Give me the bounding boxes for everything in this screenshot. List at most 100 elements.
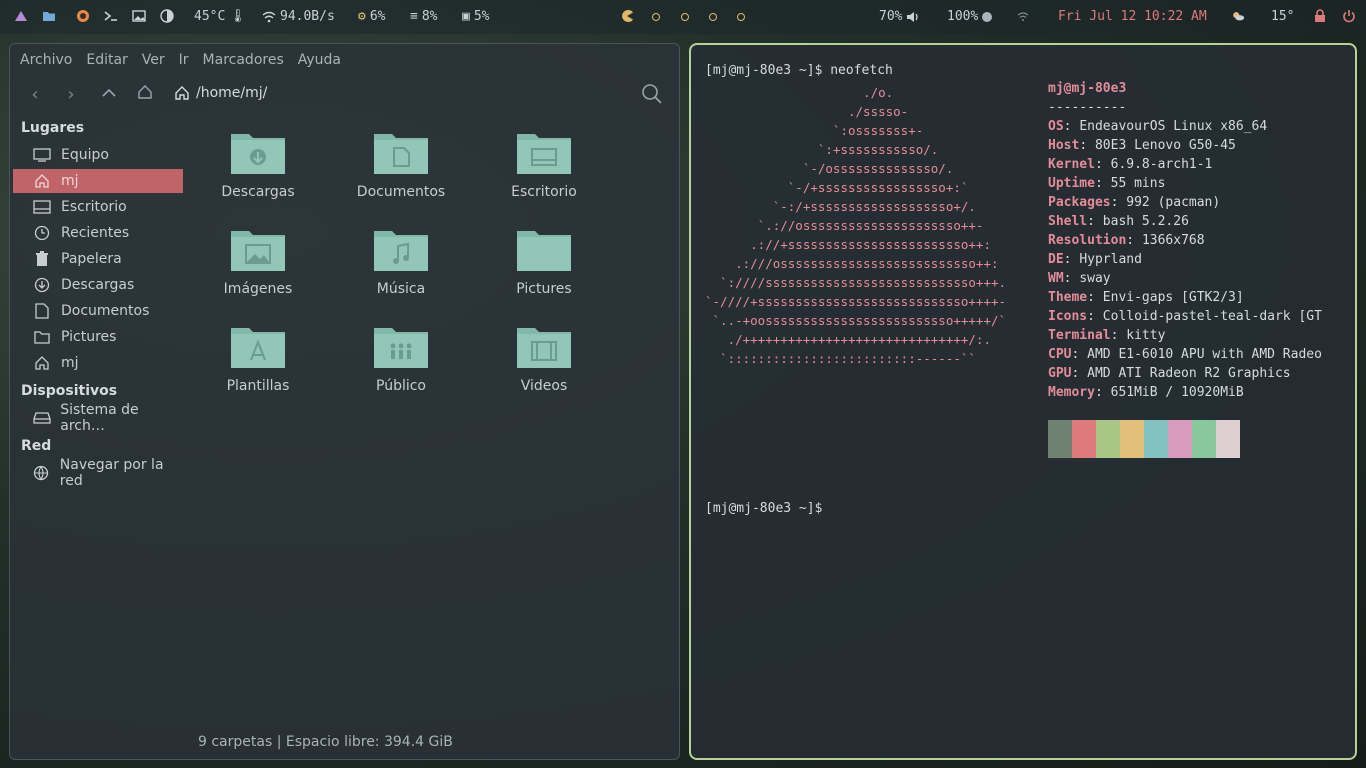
up-arrow-icon[interactable] [98, 84, 120, 106]
info-value: 80E3 Lenovo G50-45 [1094, 138, 1236, 153]
info-key: Icons [1048, 309, 1088, 324]
sidebar-item-browse-network[interactable]: Navegar por la red [13, 457, 183, 489]
info-row: OS: EndeavourOS Linux x86_64 [1048, 117, 1322, 136]
info-key: Uptime [1048, 176, 1095, 191]
prompt-line[interactable]: [mj@mj-80e3 ~]$ [705, 499, 822, 518]
battery-icon [982, 11, 993, 22]
sidebar-item-descargas[interactable]: Descargas [13, 273, 183, 297]
info-row: Terminal: kitty [1048, 326, 1322, 345]
info-key: Host [1048, 138, 1080, 153]
folder-videos[interactable]: Videos [484, 324, 604, 394]
forward-arrow-icon[interactable]: › [60, 84, 82, 106]
info-key: OS [1048, 119, 1064, 134]
home-button-icon[interactable] [134, 84, 156, 106]
info-key: Terminal [1048, 328, 1111, 343]
menu-ir[interactable]: Ir [179, 52, 189, 68]
sidebar-item-mj-home[interactable]: mj [13, 169, 183, 193]
sidebar-item-recientes[interactable]: Recientes [13, 221, 183, 245]
menu-marcadores[interactable]: Marcadores [203, 52, 284, 68]
location-bar[interactable]: /home/mj/ [174, 85, 267, 101]
folder-label: Imágenes [223, 281, 293, 297]
info-key: WM [1048, 271, 1064, 286]
workspace-2-button[interactable] [652, 13, 660, 21]
menu-editar[interactable]: Editar [86, 52, 127, 68]
computer-icon [32, 147, 52, 163]
menu-archivo[interactable]: Archivo [20, 52, 72, 68]
folder-imagenes[interactable]: Imágenes [198, 227, 318, 297]
network-speed: 94.0B/s [280, 9, 335, 24]
palette-swatch [1216, 420, 1240, 458]
info-colon: : [1094, 385, 1111, 400]
sidebar-item-equipo[interactable]: Equipo [13, 143, 183, 167]
volume-indicator[interactable]: 70% [879, 9, 920, 24]
launcher-icon[interactable] [14, 9, 28, 23]
pictures-folder-icon [229, 227, 287, 273]
menu-ayuda[interactable]: Ayuda [298, 52, 341, 68]
folder-plantillas[interactable]: Plantillas [198, 324, 318, 394]
home-icon [32, 355, 52, 371]
prompt: [mj@mj-80e3 ~]$ [705, 501, 823, 516]
info-value: kitty [1126, 328, 1166, 343]
sidebar-item-mj-bookmark[interactable]: mj [13, 351, 183, 375]
disk-icon: ▣ [462, 9, 470, 24]
logo-line: `:+sssssssssso/. [705, 142, 939, 157]
sidebar-item-papelera[interactable]: Papelera [13, 247, 183, 271]
info-key: Resolution [1048, 233, 1127, 248]
back-arrow-icon[interactable]: ‹ [24, 84, 46, 106]
sidebar-item-filesystem[interactable]: Sistema de arch… [13, 402, 183, 434]
image-viewer-icon[interactable] [132, 9, 146, 23]
folder-documentos[interactable]: Documentos [341, 130, 461, 200]
folder-descargas[interactable]: Descargas [198, 130, 318, 200]
sidebar-item-label: Recientes [61, 225, 130, 241]
browser-icon[interactable] [76, 9, 90, 23]
lock-icon[interactable] [1313, 9, 1327, 23]
system-info: mj@mj-80e3 ---------- OS: EndeavourOS Li… [1048, 79, 1322, 402]
color-palette [1048, 420, 1240, 458]
terminal-icon[interactable] [104, 9, 118, 23]
folder-label: Público [376, 378, 426, 394]
folder-pictures[interactable]: Pictures [484, 227, 604, 297]
power-icon[interactable] [1342, 9, 1356, 23]
network-indicator[interactable]: 94.0B/s [262, 9, 335, 24]
workspace-3-button[interactable] [681, 13, 689, 21]
folder-publico[interactable]: Público [341, 324, 461, 394]
theme-toggle-icon[interactable] [160, 9, 174, 23]
sidebar-item-pictures[interactable]: Pictures [13, 325, 183, 349]
info-colon: : [1110, 328, 1127, 343]
download-icon [32, 277, 52, 293]
folder-label: Música [376, 281, 426, 297]
logo-line: `:osssssss+- [705, 123, 924, 138]
folder-musica[interactable]: Música [341, 227, 461, 297]
workspace-4-button[interactable] [709, 13, 717, 21]
sidebar-item-documentos[interactable]: Documentos [13, 299, 183, 323]
navigation-toolbar: ‹ › [10, 82, 679, 112]
info-row: CPU: AMD E1-6010 APU with AMD Radeo [1048, 345, 1322, 364]
workspace-1-active-icon[interactable] [620, 9, 634, 23]
cpu-indicator: ⚙ 6% [358, 9, 385, 24]
prompt: [mj@mj-80e3 ~]$ [705, 63, 823, 78]
info-colon: : [1063, 252, 1080, 267]
info-colon: : [1094, 176, 1111, 191]
templates-folder-icon [229, 324, 287, 370]
videos-folder-icon [515, 324, 573, 370]
search-icon[interactable] [640, 82, 664, 106]
wifi-status-icon[interactable] [1016, 9, 1030, 23]
sidebar-item-escritorio[interactable]: Escritorio [13, 195, 183, 219]
sidebar-item-label: Escritorio [61, 199, 127, 215]
music-folder-icon [372, 227, 430, 273]
info-key: DE [1048, 252, 1064, 267]
folder-escritorio[interactable]: Escritorio [484, 130, 604, 200]
clock[interactable]: Fri Jul 12 10:22 AM [1058, 9, 1207, 24]
sidebar-item-label: Documentos [61, 303, 150, 319]
palette-swatch [1048, 420, 1072, 458]
info-row: WM: sway [1048, 269, 1322, 288]
files-icon[interactable] [42, 9, 56, 23]
folder-icon [32, 329, 52, 345]
logo-line: `-/+sssssssssssssssso+:` [705, 180, 969, 195]
info-colon: : [1071, 347, 1088, 362]
separator: ---------- [1048, 100, 1127, 115]
trash-icon [32, 251, 52, 267]
workspace-5-button[interactable] [737, 13, 745, 21]
menu-ver[interactable]: Ver [142, 52, 165, 68]
terminal-window[interactable]: [mj@mj-80e3 ~]$ neofetch ./o. ./sssso- `… [689, 43, 1357, 760]
